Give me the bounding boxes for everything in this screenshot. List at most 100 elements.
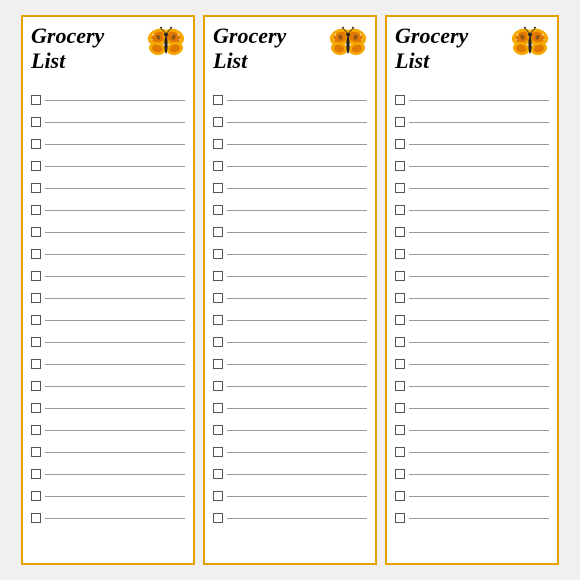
list-item[interactable]: [213, 485, 367, 507]
list-item[interactable]: [213, 111, 367, 133]
list-item[interactable]: [213, 463, 367, 485]
list-item[interactable]: [213, 353, 367, 375]
checkbox[interactable]: [31, 491, 41, 501]
checkbox[interactable]: [31, 469, 41, 479]
checkbox[interactable]: [31, 139, 41, 149]
checkbox[interactable]: [31, 425, 41, 435]
checkbox[interactable]: [395, 403, 405, 413]
list-item[interactable]: [395, 441, 549, 463]
checkbox[interactable]: [31, 249, 41, 259]
checkbox[interactable]: [395, 139, 405, 149]
checkbox[interactable]: [213, 95, 223, 105]
checkbox[interactable]: [213, 161, 223, 171]
list-item[interactable]: [31, 89, 185, 111]
checkbox[interactable]: [31, 271, 41, 281]
checkbox[interactable]: [213, 205, 223, 215]
checkbox[interactable]: [395, 315, 405, 325]
list-item[interactable]: [395, 375, 549, 397]
list-item[interactable]: [395, 133, 549, 155]
list-item[interactable]: [213, 177, 367, 199]
checkbox[interactable]: [213, 447, 223, 457]
checkbox[interactable]: [395, 513, 405, 523]
list-item[interactable]: [213, 375, 367, 397]
list-item[interactable]: [31, 309, 185, 331]
checkbox[interactable]: [31, 183, 41, 193]
checkbox[interactable]: [395, 491, 405, 501]
list-item[interactable]: [213, 265, 367, 287]
list-item[interactable]: [395, 463, 549, 485]
checkbox[interactable]: [31, 161, 41, 171]
checkbox[interactable]: [213, 315, 223, 325]
list-item[interactable]: [31, 375, 185, 397]
checkbox[interactable]: [395, 183, 405, 193]
checkbox[interactable]: [395, 469, 405, 479]
list-item[interactable]: [213, 419, 367, 441]
checkbox[interactable]: [213, 117, 223, 127]
list-item[interactable]: [395, 397, 549, 419]
checkbox[interactable]: [213, 227, 223, 237]
checkbox[interactable]: [31, 359, 41, 369]
list-item[interactable]: [213, 243, 367, 265]
checkbox[interactable]: [395, 381, 405, 391]
checkbox[interactable]: [213, 381, 223, 391]
checkbox[interactable]: [395, 161, 405, 171]
list-item[interactable]: [213, 221, 367, 243]
checkbox[interactable]: [31, 117, 41, 127]
checkbox[interactable]: [395, 249, 405, 259]
checkbox[interactable]: [213, 469, 223, 479]
list-item[interactable]: [213, 309, 367, 331]
list-item[interactable]: [213, 397, 367, 419]
checkbox[interactable]: [395, 271, 405, 281]
checkbox[interactable]: [213, 403, 223, 413]
checkbox[interactable]: [395, 205, 405, 215]
checkbox[interactable]: [31, 205, 41, 215]
list-item[interactable]: [31, 507, 185, 529]
checkbox[interactable]: [31, 337, 41, 347]
checkbox[interactable]: [395, 425, 405, 435]
checkbox[interactable]: [213, 513, 223, 523]
list-item[interactable]: [395, 507, 549, 529]
list-item[interactable]: [31, 243, 185, 265]
checkbox[interactable]: [395, 447, 405, 457]
checkbox[interactable]: [395, 117, 405, 127]
list-item[interactable]: [395, 221, 549, 243]
checkbox[interactable]: [31, 513, 41, 523]
list-item[interactable]: [395, 419, 549, 441]
list-item[interactable]: [31, 419, 185, 441]
list-item[interactable]: [395, 331, 549, 353]
checkbox[interactable]: [213, 425, 223, 435]
checkbox[interactable]: [31, 315, 41, 325]
checkbox[interactable]: [31, 403, 41, 413]
list-item[interactable]: [31, 133, 185, 155]
list-item[interactable]: [31, 441, 185, 463]
list-item[interactable]: [213, 287, 367, 309]
checkbox[interactable]: [31, 381, 41, 391]
list-item[interactable]: [213, 133, 367, 155]
checkbox[interactable]: [213, 359, 223, 369]
list-item[interactable]: [31, 485, 185, 507]
list-item[interactable]: [395, 155, 549, 177]
list-item[interactable]: [395, 111, 549, 133]
checkbox[interactable]: [395, 337, 405, 347]
checkbox[interactable]: [213, 491, 223, 501]
checkbox[interactable]: [213, 183, 223, 193]
checkbox[interactable]: [31, 447, 41, 457]
list-item[interactable]: [213, 199, 367, 221]
list-item[interactable]: [395, 287, 549, 309]
list-item[interactable]: [213, 507, 367, 529]
checkbox[interactable]: [31, 293, 41, 303]
checkbox[interactable]: [31, 95, 41, 105]
list-item[interactable]: [31, 331, 185, 353]
list-item[interactable]: [395, 177, 549, 199]
list-item[interactable]: [31, 111, 185, 133]
checkbox[interactable]: [213, 293, 223, 303]
checkbox[interactable]: [395, 227, 405, 237]
list-item[interactable]: [213, 89, 367, 111]
list-item[interactable]: [395, 353, 549, 375]
list-item[interactable]: [31, 463, 185, 485]
list-item[interactable]: [395, 243, 549, 265]
checkbox[interactable]: [31, 227, 41, 237]
checkbox[interactable]: [213, 139, 223, 149]
list-item[interactable]: [213, 331, 367, 353]
checkbox[interactable]: [395, 359, 405, 369]
